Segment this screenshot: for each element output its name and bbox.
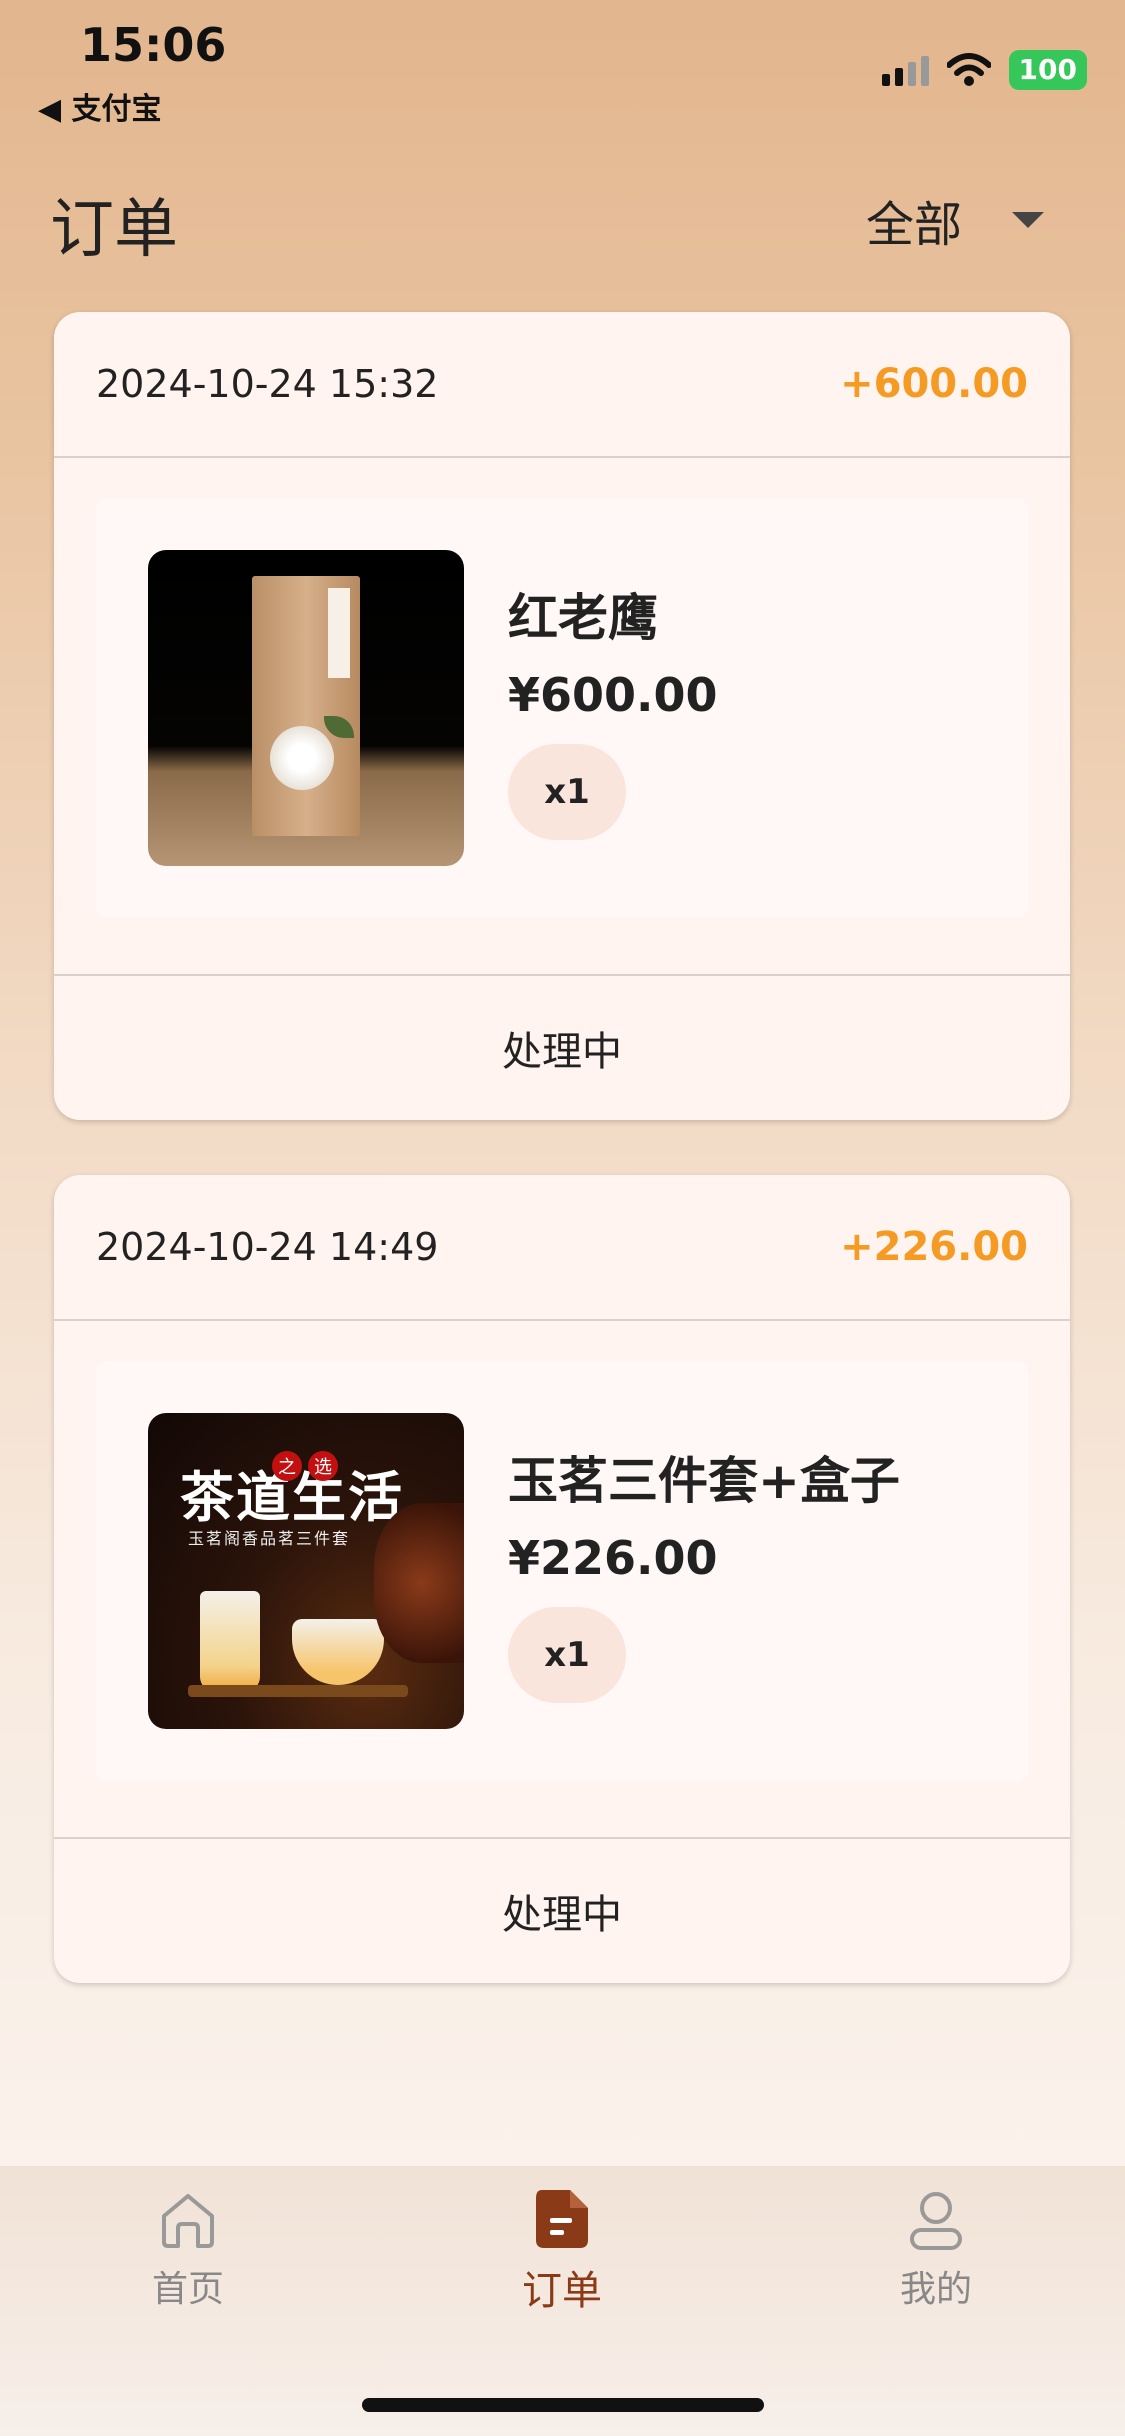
- home-icon: [162, 2194, 214, 2248]
- order-total: +600.00: [840, 361, 1028, 407]
- wifi-icon: [946, 53, 991, 86]
- tab-orders-label: 订单: [522, 2268, 602, 2314]
- order-datetime: 2024-10-24 15:32: [96, 362, 439, 406]
- chevron-down-icon: [1012, 212, 1045, 228]
- order-status: 处理中: [54, 974, 1070, 1120]
- product-image: [148, 550, 464, 866]
- product-image-seal: 之: [272, 1451, 302, 1481]
- order-header: 2024-10-24 15:32 +600.00: [54, 312, 1070, 458]
- product-image-subtitle: 玉茗阁香品茗三件套: [188, 1529, 351, 1548]
- product-price: ¥226.00: [508, 1531, 718, 1585]
- tab-mine[interactable]: 我的: [836, 2190, 1036, 2312]
- tab-home-label: 首页: [151, 2269, 224, 2310]
- product-name: 玉茗三件套+盒子: [508, 1452, 900, 1510]
- filter-label: 全部: [866, 197, 963, 253]
- tab-mine-label: 我的: [899, 2269, 972, 2310]
- order-datetime: 2024-10-24 14:49: [96, 1225, 439, 1269]
- order-card[interactable]: 2024-10-24 15:32 +600.00 红老鹰 ¥600.00 x1 …: [54, 312, 1070, 1120]
- back-to-alipay-link[interactable]: ◀ 支付宝: [38, 84, 162, 128]
- tab-home[interactable]: 首页: [88, 2190, 288, 2312]
- order-item[interactable]: 茶道生活 之 选 玉茗阁香品茗三件套 玉茗三件套+盒子 ¥226.00 x1: [96, 1361, 1028, 1781]
- product-name: 红老鹰: [508, 589, 658, 647]
- battery-indicator: 100: [1008, 50, 1087, 90]
- tab-orders[interactable]: 订单: [462, 2190, 662, 2316]
- order-total: +226.00: [840, 1224, 1028, 1270]
- order-filter-dropdown[interactable]: 全部: [866, 185, 1045, 255]
- product-price: ¥600.00: [508, 668, 718, 722]
- product-image-seal: 选: [308, 1451, 338, 1481]
- quantity-badge: x1: [508, 744, 626, 840]
- order-status: 处理中: [54, 1837, 1070, 1983]
- system-indicators: 100: [881, 50, 1087, 90]
- home-indicator: [362, 2398, 764, 2412]
- quantity-badge: x1: [508, 1607, 626, 1703]
- order-document-icon: [536, 2190, 588, 2248]
- user-profile-icon: [910, 2192, 962, 2250]
- cellular-signal-icon: [881, 54, 929, 86]
- order-header: 2024-10-24 14:49 +226.00: [54, 1175, 1070, 1321]
- order-card[interactable]: 2024-10-24 14:49 +226.00 茶道生活 之 选 玉茗阁香品茗…: [54, 1175, 1070, 1983]
- status-bar: 15:06 ◀ 支付宝 100: [0, 0, 1125, 127]
- product-image: 茶道生活 之 选 玉茗阁香品茗三件套: [148, 1413, 464, 1729]
- order-item[interactable]: 红老鹰 ¥600.00 x1: [96, 498, 1028, 918]
- tab-bar: 首页 订单 我的: [0, 2166, 1125, 2436]
- page-title: 订单: [50, 193, 178, 267]
- clock: 15:06: [80, 18, 227, 72]
